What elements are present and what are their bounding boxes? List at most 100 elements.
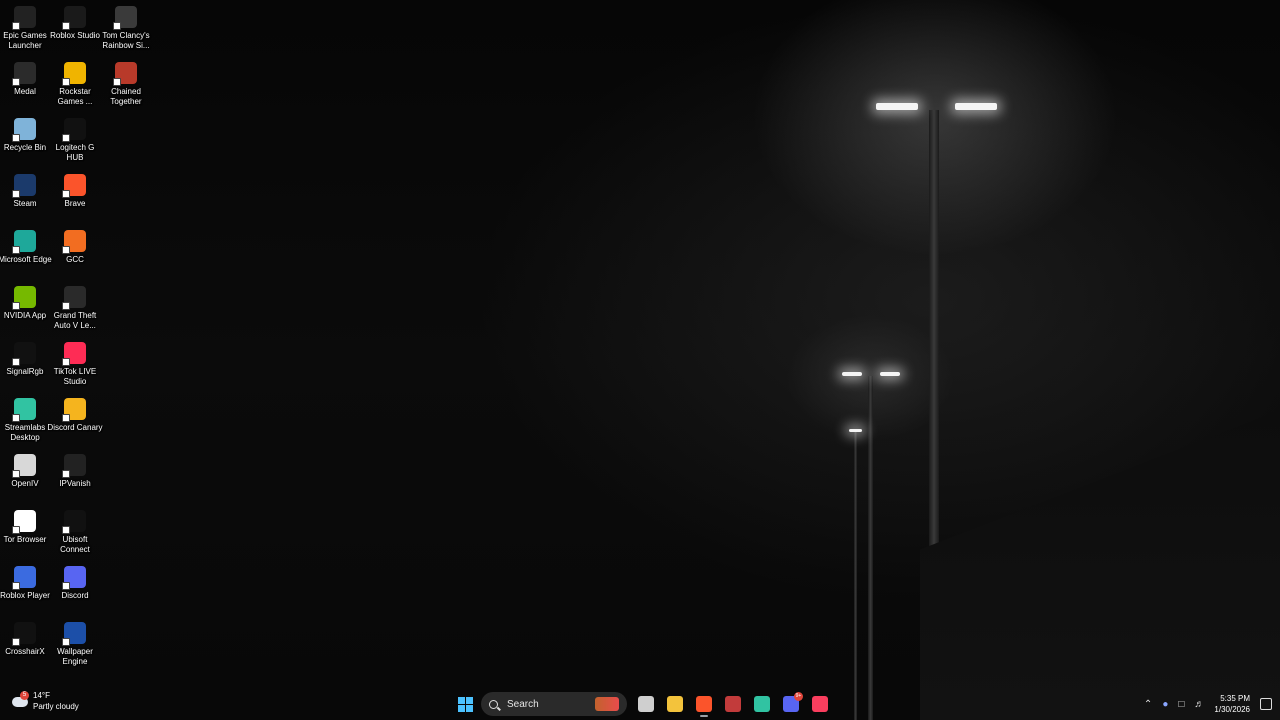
desktop-icon-label: NVIDIA App (3, 311, 47, 320)
street-lamp (876, 103, 918, 110)
streamlabs-icon (12, 398, 36, 422)
desktop-icon-label: Chained Together (110, 87, 142, 106)
desktop-icon[interactable]: Recycle Bin (0, 114, 50, 170)
wallpaper-engine-icon (62, 622, 86, 646)
desktop-icon[interactable]: IPVanish (50, 450, 100, 506)
desktop-icon-label: CrosshairX (5, 647, 45, 656)
desktop-icon-label: Ubisoft Connect (60, 535, 90, 554)
desktop-icon-label: IPVanish (59, 479, 91, 488)
discord-taskbar-button[interactable]: 9+ (778, 691, 804, 717)
discord-canary-icon (62, 398, 86, 422)
task-view-button[interactable] (633, 691, 659, 717)
file-explorer-button[interactable] (662, 691, 688, 717)
epic-games-icon (12, 6, 36, 30)
openiv-icon (12, 454, 36, 478)
brave-icon (696, 696, 712, 712)
desktop-icon[interactable]: Wallpaper Engine (50, 618, 100, 674)
signalrgb-icon (12, 342, 36, 366)
crosshairx-icon (12, 622, 36, 646)
ipvanish-icon (62, 454, 86, 478)
notification-icon[interactable] (1260, 698, 1272, 710)
weather-widget[interactable]: 5 14°F Partly cloudy (10, 690, 79, 712)
music-taskbar-button[interactable] (807, 691, 833, 717)
chained-together-icon (113, 62, 137, 86)
gcc-icon (62, 230, 86, 254)
search-icon (489, 699, 498, 709)
rainbow-six-icon (113, 6, 137, 30)
streamlabs-taskbar-button[interactable] (749, 691, 775, 717)
desktop-icon[interactable]: Grand Theft Auto V Le... (50, 282, 100, 338)
music-icon (812, 696, 828, 712)
logitech-ghub-icon (62, 118, 86, 142)
desktop-icon[interactable]: Discord Canary (47, 394, 103, 450)
desktop-icon[interactable]: Streamlabs Desktop (0, 394, 50, 450)
desktop-icon-label: Rockstar Games ... (57, 87, 93, 106)
search-box[interactable]: Search (481, 692, 627, 716)
app-taskbar-button[interactable] (720, 691, 746, 717)
microphone-icon[interactable]: ● (1162, 699, 1168, 710)
chevron-up-icon[interactable]: ⌃ (1144, 699, 1152, 710)
desktop-icon-label: Grand Theft Auto V Le... (53, 311, 97, 330)
desktop-icon-label: Discord Canary (47, 423, 103, 432)
desktop-icon[interactable]: Rockstar Games ... (50, 58, 100, 114)
desktop-icon[interactable]: Chained Together (101, 58, 151, 114)
clock-date: 1/30/2026 (1214, 705, 1250, 714)
desktop-icon-label: Discord (61, 591, 89, 600)
desktop-icon[interactable]: GCC (50, 226, 100, 282)
desktop-icon[interactable]: Roblox Player (0, 562, 50, 618)
network-icon[interactable]: □ (1178, 699, 1184, 710)
desktop-icon-label: Microsoft Edge (0, 255, 52, 264)
desktop-icon-label: Steam (13, 199, 37, 208)
volume-icon[interactable]: ♬ (1194, 699, 1204, 710)
gta-v-icon (62, 286, 86, 310)
desktop-icon[interactable]: Logitech G HUB (50, 114, 100, 170)
taskbar-center: Search 9+ (452, 690, 836, 718)
desktop-icon[interactable]: SignalRgb (0, 338, 50, 394)
discord-icon (62, 566, 86, 590)
desktop-icon[interactable]: NVIDIA App (0, 282, 50, 338)
desktop-icon-label: Wallpaper Engine (57, 647, 93, 666)
brave-taskbar-button[interactable] (691, 691, 717, 717)
windows-icon (457, 696, 473, 712)
desktop-icon-label: Tom Clancy's Rainbow Si... (102, 31, 150, 50)
taskbar: 5 14°F Partly cloudy Search 9+ ⌃ ● □ ♬ 5… (0, 688, 1280, 720)
red-app-icon (725, 696, 741, 712)
desktop-icon[interactable]: Microsoft Edge (0, 226, 52, 282)
rockstar-icon (62, 62, 86, 86)
desktop-icon[interactable]: Tom Clancy's Rainbow Si... (101, 2, 151, 58)
desktop-icon[interactable]: OpenIV (0, 450, 50, 506)
desktop-icon[interactable]: Epic Games Launcher (0, 2, 50, 58)
desktop-icon[interactable]: CrosshairX (0, 618, 50, 674)
discord-badge: 9+ (794, 692, 803, 701)
desktop-icon[interactable]: Brave (50, 170, 100, 226)
desktop-icon[interactable]: Tor Browser (0, 506, 50, 562)
roblox-player-icon (12, 566, 36, 590)
start-button[interactable] (452, 691, 478, 717)
desktop-icon-label: SignalRgb (6, 367, 44, 376)
street-lamp (880, 372, 900, 376)
weather-condition: Partly cloudy (33, 702, 79, 711)
weather-icon: 5 (10, 691, 30, 711)
desktop-icon-label: Tor Browser (3, 535, 47, 544)
ubisoft-connect-icon (62, 510, 86, 534)
weather-temp: 14°F (33, 691, 50, 700)
folder-icon (667, 696, 683, 712)
recycle-bin-icon (12, 118, 36, 142)
desktop-icon[interactable]: Discord (50, 562, 100, 618)
desktop-icon-label: Medal (14, 87, 36, 96)
desktop-icon[interactable]: Roblox Studio (50, 2, 100, 58)
desktop-icon-label: OpenIV (11, 479, 39, 488)
edge-icon (12, 230, 36, 254)
desktop-icon[interactable]: TikTok LIVE Studio (50, 338, 100, 394)
street-lamp (955, 103, 997, 110)
desktop-icon[interactable]: Medal (0, 58, 50, 114)
active-indicator (700, 715, 708, 717)
desktop-icon-label: Recycle Bin (3, 143, 47, 152)
medal-icon (12, 62, 36, 86)
street-lamp (849, 429, 862, 432)
nvidia-icon (12, 286, 36, 310)
desktop-icon[interactable]: Ubisoft Connect (50, 506, 100, 562)
desktop-icon-label: Roblox Player (0, 591, 50, 600)
desktop-icon[interactable]: Steam (0, 170, 50, 226)
clock[interactable]: 5:35 PM 1/30/2026 (1214, 693, 1250, 715)
